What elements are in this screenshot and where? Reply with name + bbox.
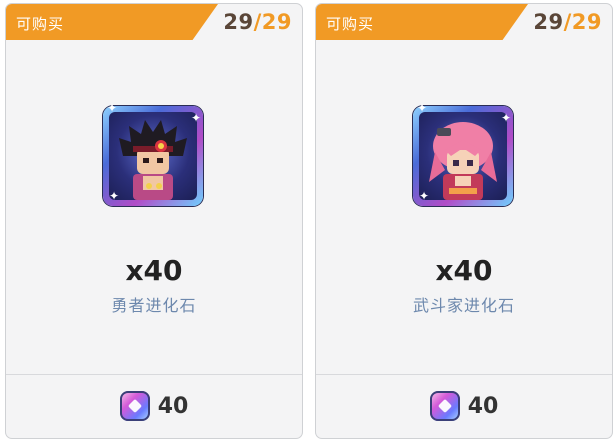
sparkle-icon: ✦: [109, 189, 120, 203]
availability-label: 可购买: [16, 16, 65, 33]
stock-current: 29: [533, 10, 564, 34]
item-quantity: x40: [435, 254, 493, 287]
stock-counter: 29/29: [223, 10, 292, 34]
stock-separator: /: [563, 10, 572, 34]
gem-currency-icon: [119, 391, 150, 421]
price-row[interactable]: 40: [316, 389, 612, 423]
shop-item-card[interactable]: 可购买 29/29 ✦ ✦ ✦ x40 勇者进化石 40: [5, 3, 303, 439]
gem-currency-icon: [429, 391, 460, 421]
price-value: 40: [467, 393, 499, 419]
stock-separator: /: [253, 10, 262, 34]
price-row[interactable]: 40: [6, 389, 302, 423]
stock-max: 29: [571, 10, 602, 34]
sparkle-icon: ✦: [190, 111, 201, 125]
availability-label: 可购买: [326, 16, 375, 33]
sparkle-icon: ✦: [500, 111, 511, 125]
sparkle-icon: ✦: [419, 189, 430, 203]
item-quantity: x40: [125, 254, 183, 287]
divider: [316, 374, 612, 375]
stock-max: 29: [261, 10, 292, 34]
price-value: 40: [157, 393, 189, 419]
hero-portrait-icon: ✦ ✦ ✦: [103, 102, 203, 206]
item-name: 武斗家进化石: [412, 298, 515, 315]
divider: [6, 374, 302, 375]
stock-counter: 29/29: [533, 10, 602, 34]
fighter-portrait-icon: ✦ ✦ ✦: [413, 102, 513, 206]
stock-current: 29: [223, 10, 254, 34]
sparkle-icon: ✦: [417, 101, 428, 115]
sparkle-icon: ✦: [107, 101, 118, 115]
item-name: 勇者进化石: [111, 298, 197, 315]
shop-item-card[interactable]: 可购买 29/29 ✦ ✦ ✦ x40 武斗家进化石 40: [315, 3, 613, 439]
